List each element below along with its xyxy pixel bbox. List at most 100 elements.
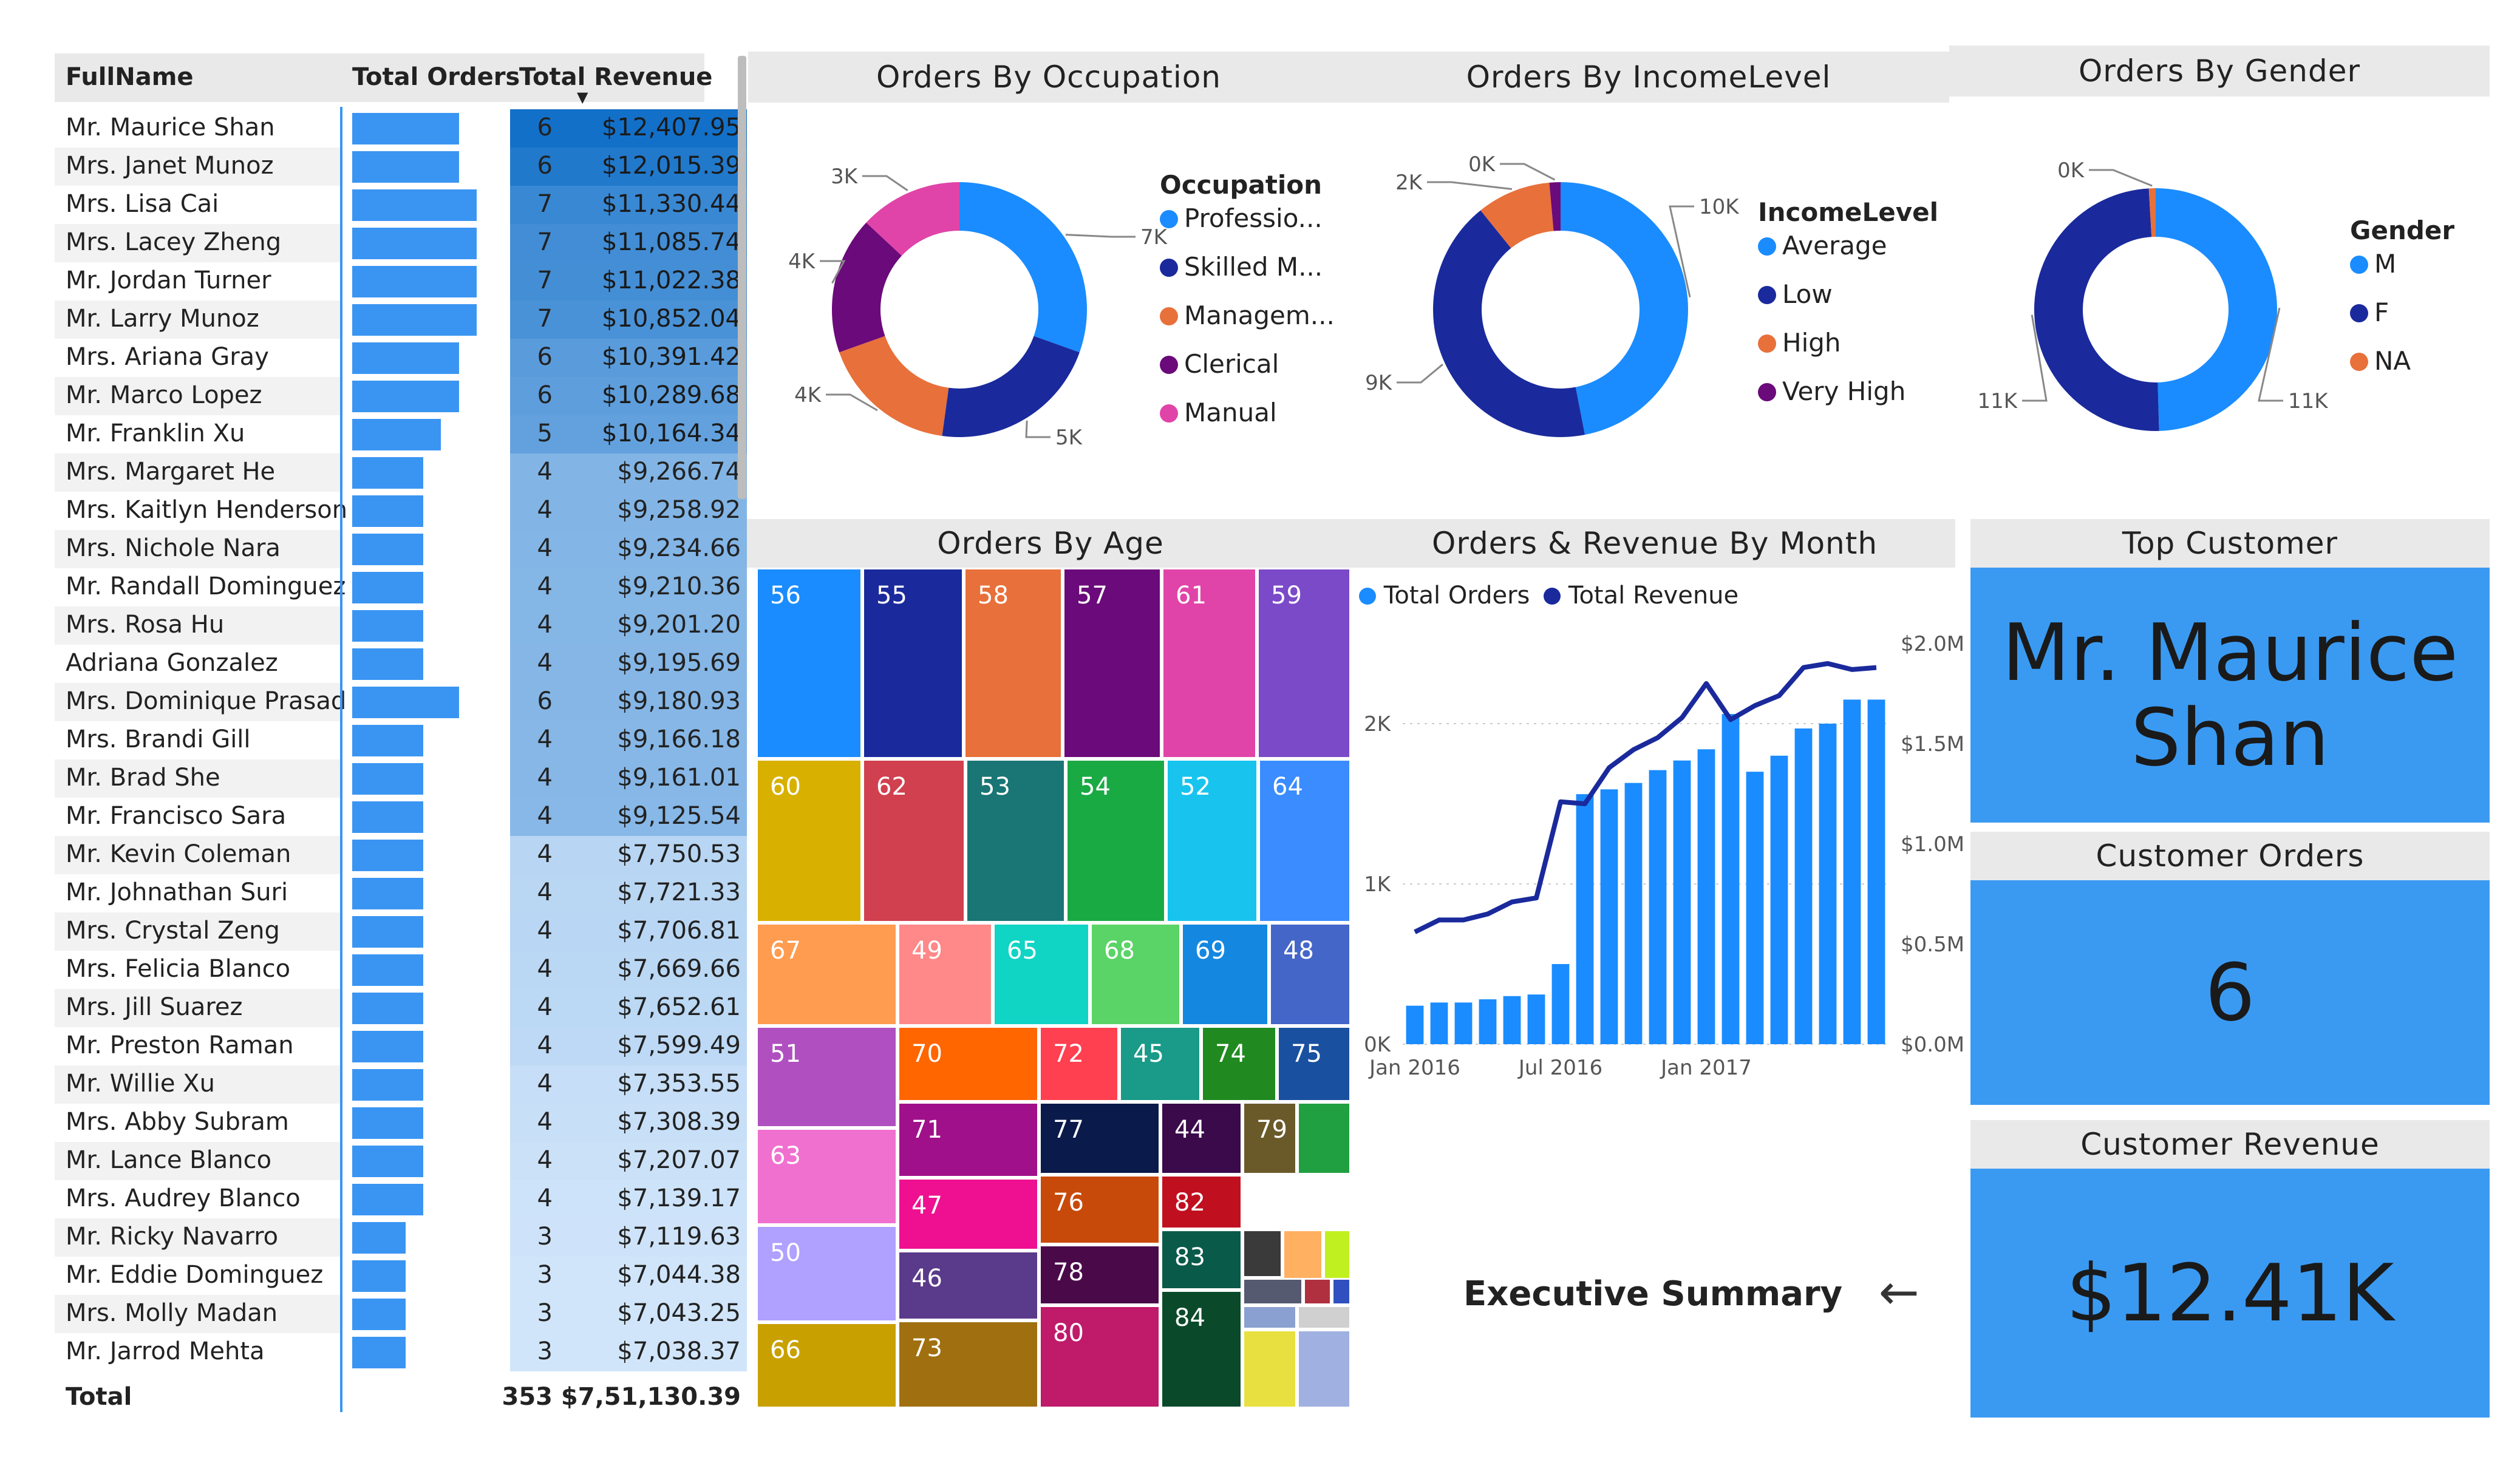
- treemap-cell[interactable]: 67: [756, 923, 897, 1026]
- treemap-cell[interactable]: 66: [756, 1322, 897, 1408]
- col-fullname[interactable]: FullName: [66, 63, 194, 91]
- legend-item[interactable]: M: [2350, 249, 2396, 279]
- legend-item[interactable]: Managem...: [1160, 301, 1335, 330]
- treemap-cell[interactable]: 77: [1039, 1102, 1160, 1175]
- table-row[interactable]: Mr. Preston Raman 4 $7,599.49: [55, 1027, 747, 1065]
- orders-bar[interactable]: [1697, 749, 1715, 1044]
- treemap-cell-small[interactable]: [1242, 1305, 1297, 1330]
- donut-slice[interactable]: [959, 182, 1087, 353]
- legend-item[interactable]: Manual: [1160, 398, 1277, 427]
- treemap-cell-small[interactable]: [1297, 1330, 1351, 1408]
- table-row[interactable]: Mrs. Kaitlyn Henderson 4 $9,258.92: [55, 492, 747, 530]
- treemap-cell[interactable]: 68: [1090, 923, 1181, 1026]
- table-row[interactable]: Mrs. Margaret He 4 $9,266.74: [55, 453, 747, 492]
- orders-bar[interactable]: [1503, 996, 1521, 1044]
- treemap-cell[interactable]: 60: [756, 759, 862, 923]
- treemap-cell[interactable]: 47: [897, 1178, 1039, 1251]
- orders-bar[interactable]: [1430, 1002, 1448, 1044]
- donut-slice[interactable]: [2034, 188, 2159, 432]
- treemap-cell-small[interactable]: [1332, 1278, 1351, 1305]
- table-row[interactable]: Mrs. Rosa Hu 4 $9,201.20: [55, 606, 747, 645]
- table-row[interactable]: Mrs. Lacey Zheng 7 $11,085.74: [55, 224, 747, 262]
- table-row[interactable]: Mr. Lance Blanco 4 $7,207.07: [55, 1142, 747, 1180]
- treemap-cell[interactable]: 65: [993, 923, 1090, 1026]
- legend-item[interactable]: Low: [1758, 279, 1833, 309]
- col-total-revenue[interactable]: Total Revenue: [519, 63, 712, 91]
- orders-bar[interactable]: [1721, 714, 1740, 1044]
- table-row[interactable]: Mrs. Audrey Blanco 4 $7,139.17: [55, 1180, 747, 1218]
- treemap-cell[interactable]: 53: [965, 759, 1066, 923]
- donut-slice[interactable]: [2156, 188, 2278, 431]
- legend-item[interactable]: F: [2350, 297, 2389, 327]
- table-row[interactable]: Mr. Eddie Dominguez 3 $7,044.38: [55, 1257, 747, 1295]
- treemap-cell[interactable]: 48: [1269, 923, 1351, 1026]
- table-row[interactable]: Mr. Marco Lopez 6 $10,289.68: [55, 377, 747, 415]
- treemap-cell[interactable]: 75: [1277, 1026, 1351, 1102]
- table-row[interactable]: Mr. Willie Xu 4 $7,353.55: [55, 1065, 747, 1104]
- table-row[interactable]: Mr. Johnathan Suri 4 $7,721.33: [55, 874, 747, 912]
- orders-bar[interactable]: [1624, 783, 1643, 1044]
- treemap-cell-small[interactable]: [1303, 1278, 1332, 1305]
- treemap-cell[interactable]: 45: [1119, 1026, 1201, 1102]
- table-row[interactable]: Mrs. Molly Madan 3 $7,043.25: [55, 1295, 747, 1333]
- orders-bar[interactable]: [1746, 772, 1764, 1044]
- orders-bar[interactable]: [1454, 1002, 1473, 1044]
- table-row[interactable]: Mrs. Crystal Zeng 4 $7,706.81: [55, 912, 747, 951]
- legend-item[interactable]: Skilled M...: [1160, 252, 1323, 282]
- orders-bar[interactable]: [1819, 724, 1837, 1044]
- treemap-cell[interactable]: 50: [756, 1225, 897, 1322]
- treemap-cell[interactable]: [1297, 1102, 1351, 1175]
- treemap-cell[interactable]: 71: [897, 1102, 1039, 1178]
- executive-summary-link[interactable]: Executive Summary ←: [1463, 1264, 1919, 1320]
- col-total-orders[interactable]: Total Orders: [352, 63, 520, 91]
- orders-bar[interactable]: [1649, 770, 1667, 1044]
- treemap-cell[interactable]: 55: [862, 568, 964, 759]
- treemap-cell-small[interactable]: [1242, 1278, 1303, 1305]
- table-row[interactable]: Mr. Jordan Turner 7 $11,022.38: [55, 262, 747, 301]
- treemap-cell[interactable]: 46: [897, 1251, 1039, 1320]
- legend-item[interactable]: NA: [2350, 346, 2411, 376]
- orders-bar[interactable]: [1479, 999, 1497, 1044]
- table-row[interactable]: Mr. Larry Munoz 7 $10,852.04: [55, 301, 747, 339]
- table-row[interactable]: Mrs. Nichole Nara 4 $9,234.66: [55, 530, 747, 568]
- treemap-cell[interactable]: 58: [964, 568, 1063, 759]
- treemap-cell[interactable]: 70: [897, 1026, 1039, 1102]
- orders-bar[interactable]: [1867, 699, 1885, 1044]
- treemap-cell[interactable]: 80: [1039, 1305, 1160, 1408]
- back-arrow-icon[interactable]: ←: [1879, 1264, 1919, 1320]
- orders-bar[interactable]: [1673, 760, 1691, 1044]
- treemap-cell[interactable]: 61: [1162, 568, 1257, 759]
- orders-bar[interactable]: [1551, 964, 1570, 1044]
- treemap-cell[interactable]: 49: [897, 923, 993, 1026]
- treemap-cell[interactable]: 83: [1160, 1229, 1242, 1290]
- treemap-cell[interactable]: 51: [756, 1026, 897, 1128]
- table-row[interactable]: Mr. Randall Dominguez 4 $9,210.36: [55, 568, 747, 606]
- table-row[interactable]: Mrs. Jill Suarez 4 $7,652.61: [55, 989, 747, 1027]
- legend-item[interactable]: High: [1758, 328, 1841, 358]
- orders-bar[interactable]: [1794, 728, 1813, 1044]
- legend-item[interactable]: Professio...: [1160, 203, 1323, 233]
- table-row[interactable]: Mrs. Brandi Gill 4 $9,166.18: [55, 721, 747, 759]
- treemap-cell[interactable]: 62: [862, 759, 965, 923]
- orders-bar[interactable]: [1406, 1005, 1424, 1044]
- treemap-cell[interactable]: 74: [1201, 1026, 1277, 1102]
- legend-item[interactable]: Clerical: [1160, 349, 1279, 379]
- legend-item[interactable]: Very High: [1758, 376, 1905, 406]
- treemap-cell[interactable]: 79: [1242, 1102, 1297, 1175]
- orders-bar[interactable]: [1600, 789, 1618, 1044]
- donut-slice[interactable]: [942, 336, 1080, 437]
- table-row[interactable]: Mr. Ricky Navarro 3 $7,119.63: [55, 1218, 747, 1257]
- treemap-cell[interactable]: 54: [1066, 759, 1166, 923]
- treemap-cell[interactable]: 64: [1258, 759, 1351, 923]
- treemap-cell-small[interactable]: [1242, 1229, 1282, 1278]
- treemap-cell[interactable]: 52: [1166, 759, 1258, 923]
- treemap-cell[interactable]: 44: [1160, 1102, 1242, 1175]
- orders-bar[interactable]: [1770, 755, 1788, 1044]
- table-row[interactable]: Mrs. Janet Munoz 6 $12,015.39: [55, 148, 747, 186]
- table-row[interactable]: Mrs. Felicia Blanco 4 $7,669.66: [55, 951, 747, 989]
- table-row[interactable]: Mrs. Dominique Prasad 6 $9,180.93: [55, 683, 747, 721]
- treemap-cell[interactable]: 59: [1257, 568, 1351, 759]
- table-row[interactable]: Mrs. Abby Subram 4 $7,308.39: [55, 1104, 747, 1142]
- orders-bar[interactable]: [1527, 994, 1545, 1044]
- legend-item[interactable]: Average: [1758, 231, 1887, 260]
